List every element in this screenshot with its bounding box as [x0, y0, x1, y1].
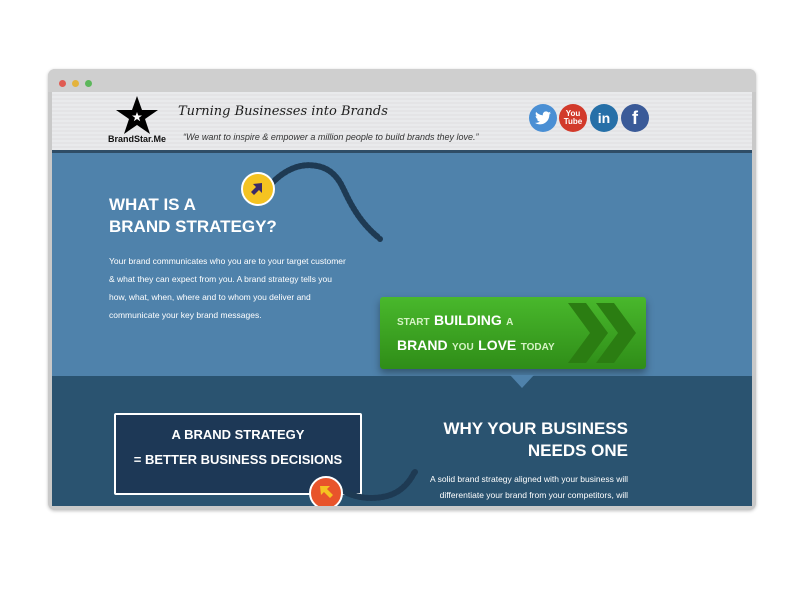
heading-line: NEEDS ONE [527, 441, 628, 460]
coiled-cord-decoration [334, 469, 418, 501]
cta-word: A [506, 317, 514, 328]
maximize-window-button[interactable] [85, 80, 92, 87]
logo-text: BrandStar.Me [107, 134, 167, 144]
section-divider-notch [510, 375, 534, 388]
brandstar-logo[interactable]: BrandStar.Me [107, 95, 167, 149]
cta-word: START [397, 317, 430, 328]
twitter-icon [535, 111, 551, 125]
callout-line: = BETTER BUSINESS DECISIONS [133, 452, 343, 467]
facebook-icon: f [632, 107, 638, 128]
page-viewport: BrandStar.Me Turning Businesses into Bra… [52, 92, 752, 506]
site-header: BrandStar.Me Turning Businesses into Bra… [52, 92, 752, 153]
minimize-window-button[interactable] [72, 80, 79, 87]
cta-word: LOVE [478, 337, 517, 353]
callout-line: A BRAND STRATEGY [171, 427, 305, 442]
arrow-badge-icon [241, 172, 275, 206]
start-building-cta-button[interactable]: START BUILDING A BRAND YOU LOVE TODAY [380, 297, 646, 369]
title-bar [48, 69, 756, 92]
what-is-brand-strategy-section: WHAT IS A BRAND STRATEGY? Your brand com… [52, 153, 752, 376]
cta-word: BUILDING [434, 312, 502, 328]
linkedin-icon: in [597, 110, 611, 126]
linkedin-link[interactable]: in [590, 104, 618, 132]
twitter-link[interactable] [529, 104, 557, 132]
heading-line: WHY YOUR BUSINESS [443, 419, 628, 438]
star-icon [116, 96, 158, 134]
why-your-business-needs-one-section: A BRAND STRATEGY = BETTER BUSINESS DECIS… [52, 375, 752, 506]
arrow-up-right-icon [251, 183, 262, 195]
youtube-icon: You Tube [563, 109, 583, 126]
site-tagline: Turning Businesses into Brands [178, 104, 388, 119]
arrow-up-left-icon [320, 486, 333, 498]
mission-quote: “We want to inspire & empower a million … [183, 132, 479, 142]
close-window-button[interactable] [59, 80, 66, 87]
section-heading: WHY YOUR BUSINESS NEEDS ONE [382, 418, 628, 462]
cta-word: TODAY [520, 342, 555, 353]
coiled-cord-decoration [269, 162, 383, 242]
cta-word: BRAND [397, 337, 448, 353]
facebook-link[interactable]: f [621, 104, 649, 132]
section-body-text: Your brand communicates who you are to y… [109, 256, 346, 320]
browser-window: BrandStar.Me Turning Businesses into Bra… [48, 69, 756, 510]
section-body-text: A solid brand strategy aligned with your… [430, 474, 628, 500]
youtube-link[interactable]: You Tube [559, 104, 587, 132]
arrow-badge-icon [309, 476, 343, 506]
cta-word: YOU [452, 342, 474, 353]
cta-label: START BUILDING A BRAND YOU LOVE TODAY [397, 309, 597, 359]
